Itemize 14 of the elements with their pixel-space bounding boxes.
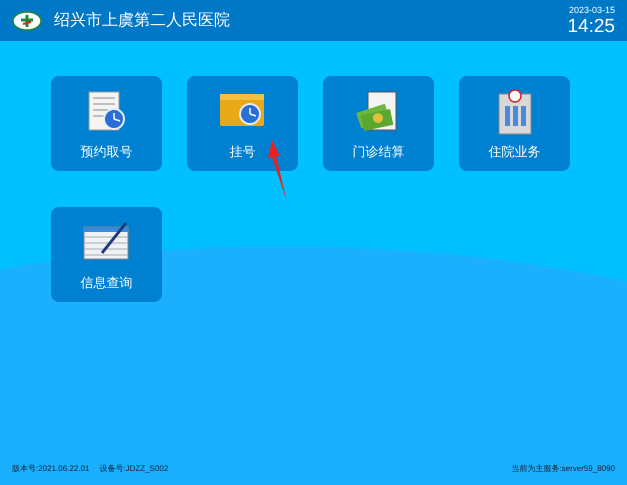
menu-tile[interactable]: 挂号 <box>187 76 298 171</box>
hospital-logo-icon <box>12 10 42 30</box>
menu-tile[interactable]: 预约取号 <box>51 76 162 171</box>
menu-tile[interactable]: 门诊结算 <box>323 76 434 171</box>
menu-tile[interactable]: 信息查询 <box>51 207 162 302</box>
menu-tile[interactable]: 住院业务 <box>459 76 570 171</box>
date-text: 2023-03-15 <box>568 6 615 14</box>
hospital-name: 绍兴市上虞第二人民医院 <box>54 10 230 30</box>
arrow-annotation <box>267 140 289 202</box>
version-text: 版本号:2021.06.22.01 <box>12 463 90 475</box>
device-text: 设备号:JDZZ_S002 <box>99 463 168 475</box>
server-text: 当前为主服务:server59_8090 <box>511 463 615 475</box>
time-text: 14:25 <box>567 16 615 36</box>
table-pen-icon <box>82 219 132 261</box>
